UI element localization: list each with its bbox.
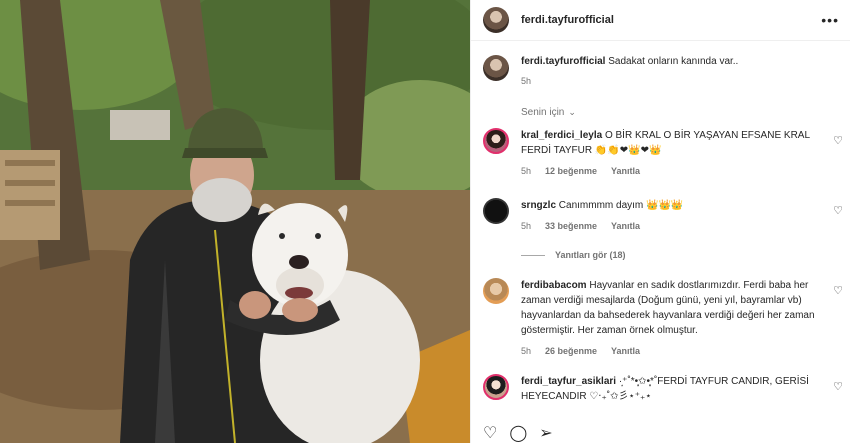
like-heart-icon[interactable]: ♡ (833, 204, 843, 217)
caption-username[interactable]: ferdi.tayfurofficial (521, 56, 605, 67)
comment-item: ferdibabacom Hayvanlar en sadık dostları… (483, 278, 843, 359)
share-icon[interactable]: ➢ (539, 426, 552, 442)
like-heart-icon[interactable]: ♡ (833, 134, 843, 147)
post-actions: ♡ ◯ ➢ (483, 426, 553, 442)
comment-time: 5h (521, 166, 532, 176)
post-caption: ferdi.tayfurofficial Sadakat onların kan… (483, 55, 843, 88)
sort-label: Senin için (521, 107, 565, 118)
author-avatar[interactable] (483, 7, 509, 33)
comment-item: srngzlc Canımmmm dayım 👑👑👑 5h 33 beğenme… (483, 198, 843, 234)
more-horizontal-icon[interactable]: ••• (821, 12, 839, 28)
replies-divider (521, 254, 545, 256)
author-username[interactable]: ferdi.tayfurofficial (521, 14, 614, 26)
comment-likes[interactable]: 33 beğenme (545, 219, 597, 234)
view-replies-button[interactable]: Yanıtları gör (18) (521, 250, 626, 260)
chevron-down-icon: ⌄ (568, 107, 576, 117)
comment-likes[interactable]: 12 beğenme (545, 164, 597, 179)
comment-item: ferdi_tayfur_asiklari ·͙⁺˚*•̩̩͙✩•̩̩͙*˚FE… (483, 374, 843, 404)
reply-button[interactable]: Yanıtla (611, 344, 640, 359)
like-heart-icon[interactable]: ♡ (833, 284, 843, 297)
comment-icon[interactable]: ◯ (509, 426, 527, 442)
commenter-username[interactable]: srngzlc (521, 200, 556, 211)
view-replies-label: Yanıtları gör (18) (555, 250, 626, 260)
comment-time: 5h (521, 221, 532, 231)
post-photo (0, 0, 470, 443)
commenter-avatar[interactable] (483, 198, 509, 224)
comment-text: Canımmmm dayım 👑👑👑 (558, 200, 684, 211)
caption-time: 5h (521, 76, 532, 86)
comments-panel: ferdi.tayfurofficial ••• ferdi.tayfuroff… (470, 0, 850, 443)
commenter-avatar[interactable] (483, 128, 509, 154)
commenter-avatar[interactable] (483, 278, 509, 304)
caption-avatar[interactable] (483, 55, 509, 81)
commenter-username[interactable]: ferdibabacom (521, 280, 587, 291)
caption-text: Sadakat onların kanında var.. (608, 56, 739, 67)
commenter-username[interactable]: kral_ferdici_leyla (521, 130, 602, 141)
photo-illustration (0, 0, 470, 443)
commenter-avatar[interactable] (483, 374, 509, 400)
reply-button[interactable]: Yanıtla (611, 164, 640, 179)
comment-time: 5h (521, 346, 532, 356)
post-header: ferdi.tayfurofficial ••• (471, 0, 850, 41)
heart-icon[interactable]: ♡ (483, 426, 497, 442)
comment-likes[interactable]: 26 beğenme (545, 344, 597, 359)
reply-button[interactable]: Yanıtla (611, 219, 640, 234)
comment-item: kral_ferdici_leyla O BİR KRAL O BİR YAŞA… (483, 128, 843, 179)
commenter-username[interactable]: ferdi_tayfur_asiklari (521, 376, 616, 387)
like-heart-icon[interactable]: ♡ (833, 380, 843, 393)
comment-sort-dropdown[interactable]: Senin için ⌄ (521, 107, 576, 118)
